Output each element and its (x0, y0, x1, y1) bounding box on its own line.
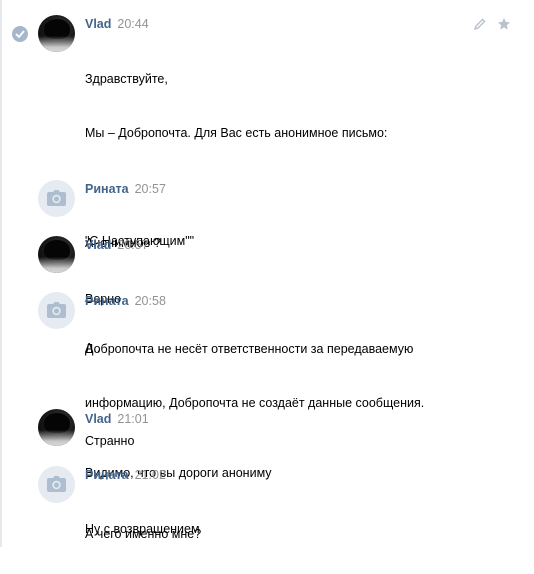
message-author[interactable]: Рината 20:58 (85, 294, 166, 308)
message-author[interactable]: Vlad 21:01 (85, 412, 149, 426)
message-author[interactable]: Vlad 20:44 (85, 17, 149, 31)
message-line: Анонимное ? (85, 236, 161, 250)
camera-icon (47, 302, 66, 318)
message-time[interactable]: 20:57 (135, 182, 166, 196)
message-author[interactable]: Рината 21:02 (85, 468, 166, 482)
star-icon[interactable] (497, 17, 511, 36)
history-left-border (0, 0, 2, 547)
check-circle-icon[interactable] (12, 26, 28, 42)
avatar[interactable] (38, 15, 75, 52)
message-author[interactable]: Vlad 20:57 (85, 238, 149, 252)
message-line: А.. (85, 341, 101, 355)
message-text: Ну с возвращением (85, 484, 515, 574)
avatar[interactable] (38, 409, 75, 446)
message-time[interactable]: 20:44 (117, 17, 148, 31)
message-line: Здравствуйте, (85, 72, 168, 86)
avatar[interactable] (38, 292, 75, 329)
pencil-icon[interactable] (473, 17, 487, 36)
avatar[interactable] (38, 180, 75, 217)
message-line: Мы – Добропочта. Для Вас есть анонимное … (85, 126, 388, 140)
avatar[interactable] (38, 236, 75, 273)
message-line: Ну с возвращением (85, 522, 200, 536)
message-time[interactable]: 20:57 (117, 238, 148, 252)
message-time[interactable]: 20:58 (135, 294, 166, 308)
camera-icon (47, 476, 66, 492)
message-time[interactable]: 21:01 (117, 412, 148, 426)
camera-icon (47, 190, 66, 206)
avatar[interactable] (38, 466, 75, 503)
message-time[interactable]: 21:02 (135, 468, 166, 482)
message-author[interactable]: Рината 20:57 (85, 182, 166, 196)
